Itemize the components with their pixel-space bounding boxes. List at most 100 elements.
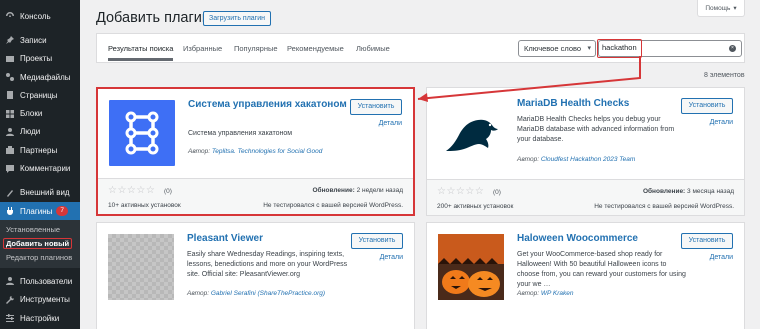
rating-count: (0)	[493, 189, 501, 196]
submenu-item-add-new[interactable]: Добавить новый	[0, 237, 80, 251]
sidebar-item-media[interactable]: Медиафайлы	[0, 68, 80, 86]
star-rating: ☆☆☆☆☆	[108, 185, 156, 196]
details-link[interactable]: Детали	[710, 254, 733, 261]
details-link[interactable]: Детали	[379, 120, 402, 127]
details-link[interactable]: Детали	[710, 119, 733, 126]
tab-search-results[interactable]: Результаты поиска	[108, 44, 174, 61]
install-button[interactable]: Установить	[681, 98, 733, 114]
last-updated: Обновление: 3 месяца назад	[643, 188, 734, 195]
tab-featured[interactable]: Избранные	[183, 44, 222, 53]
upload-plugin-button[interactable]: Загрузить плагин	[203, 11, 272, 26]
star-rating: ☆☆☆☆☆	[437, 186, 485, 197]
author-link[interactable]: Teplitsa. Technologies for Social Good	[212, 148, 322, 155]
sidebar-item-users[interactable]: Пользователи	[0, 272, 80, 290]
settings-icon	[5, 313, 15, 323]
search-query: hackathon	[597, 39, 642, 58]
comments-icon	[5, 164, 15, 174]
plugin-search-input[interactable]: hackathon ×	[597, 39, 742, 58]
chevron-down-icon: ▾	[733, 5, 737, 12]
results-count: 8 элементов	[704, 72, 745, 79]
dashboard-icon	[5, 11, 15, 21]
sidebar-item-label: Проекты	[20, 54, 53, 64]
last-updated: Обновление: 2 недели назад	[313, 187, 404, 194]
install-button[interactable]: Установить	[350, 99, 402, 115]
compatibility-note: Не тестировался с вашей версией WordPres…	[263, 202, 403, 209]
help-label: Помощь	[705, 4, 731, 12]
hackathon-plugin-icon[interactable]	[109, 100, 175, 166]
search-type-select[interactable]: Ключевое слово ▾	[518, 40, 596, 57]
sidebar-item-label: Плагины	[20, 206, 53, 216]
sidebar-item-partners[interactable]: Партнеры	[0, 141, 80, 159]
media-icon	[5, 72, 15, 82]
partners-icon	[5, 145, 15, 155]
sidebar-item-label: Инструменты	[20, 295, 70, 305]
pumpkin-icon[interactable]	[438, 234, 504, 300]
plugin-name-link[interactable]: Система управления хакатоном	[188, 99, 348, 111]
plugin-description: Get your WooCommerce-based shop ready fo…	[517, 251, 686, 288]
sidebar-item-blocks[interactable]: Блоки	[0, 104, 80, 122]
clear-search-icon[interactable]: ×	[729, 45, 736, 52]
sidebar-item-posts[interactable]: Записи	[0, 31, 80, 49]
author-prefix: Автор:	[517, 290, 540, 297]
sidebar-item-label: Партнеры	[20, 145, 58, 155]
plugins-icon	[5, 206, 15, 216]
compatibility-note: Не тестировался с вашей версией WordPres…	[594, 203, 734, 210]
sidebar-item-pages[interactable]: Страницы	[0, 86, 80, 104]
tab-popular[interactable]: Популярные	[234, 44, 278, 53]
tab-recommended[interactable]: Рекомендуемые	[287, 44, 344, 53]
install-button[interactable]: Установить	[681, 233, 733, 249]
sidebar-item-tools[interactable]: Инструменты	[0, 291, 80, 309]
plugins-submenu: Установленные Добавить новый Редактор пл…	[0, 220, 80, 269]
sidebar-item-label: Консоль	[20, 11, 51, 21]
author-link[interactable]: Cloudfest Hackathon 2023 Team	[541, 156, 635, 163]
author-link[interactable]: WP Kraken	[541, 290, 574, 297]
submenu-item-installed[interactable]: Установленные	[0, 223, 80, 237]
sidebar-item-comments[interactable]: Комментарии	[0, 159, 80, 177]
plugin-card-hackathon: Система управления хакатоном Система упр…	[96, 87, 415, 216]
tab-favorites[interactable]: Любимые	[356, 44, 390, 53]
install-button[interactable]: Установить	[351, 233, 403, 249]
sidebar-item-dashboard[interactable]: Консоль	[0, 7, 80, 25]
plugin-description: MariaDB Health Checks helps you debug yo…	[517, 116, 675, 143]
card-footer: ☆☆☆☆☆ (0) 10+ активных установок Обновле…	[98, 178, 413, 214]
pleasant-viewer-icon[interactable]	[108, 234, 174, 300]
updated-label: Обновление:	[312, 187, 355, 194]
author-prefix: Автор:	[188, 148, 211, 155]
filter-bar: Результаты поиска Избранные Популярные Р…	[96, 33, 745, 63]
help-tab[interactable]: Помощь ▾	[697, 0, 745, 17]
submenu-item-plugin-editor[interactable]: Редактор плагинов	[0, 251, 80, 265]
plugin-name-link[interactable]: Pleasant Viewer	[187, 233, 347, 245]
plugin-name-link[interactable]: Haloween Woocommerce	[517, 233, 677, 245]
author-prefix: Автор:	[187, 290, 210, 297]
updated-label: Обновление:	[642, 188, 686, 195]
plugin-name-link[interactable]: MariaDB Health Checks	[517, 98, 677, 110]
sidebar-item-label: Страницы	[20, 90, 58, 100]
blocks-icon	[5, 109, 15, 119]
author-link[interactable]: Gabriel Serafini (ShareThePractice.org)	[211, 290, 325, 297]
sidebar-item-label: Медиафайлы	[20, 72, 71, 82]
sidebar-item-label: Блоки	[20, 109, 43, 119]
sidebar-item-label: Внешний вид	[20, 188, 70, 198]
admin-sidebar: Консоль Записи Проекты Медиафайлы Страни…	[0, 0, 80, 329]
sidebar-item-appearance[interactable]: Внешний вид	[0, 184, 80, 202]
sidebar-item-settings[interactable]: Настройки	[0, 309, 80, 327]
updated-value: 2 недели назад	[356, 187, 403, 194]
sidebar-item-people[interactable]: Люди	[0, 123, 80, 141]
plugin-author: Автор: Cloudfest Hackathon 2023 Team	[517, 156, 635, 163]
plugin-card-haloween: Haloween Woocommerce Get your WooCommerc…	[426, 222, 745, 329]
active-installs: 10+ активных установок	[108, 202, 181, 209]
plugin-author: Автор: Teplitsa. Technologies for Social…	[188, 148, 322, 155]
sidebar-item-projects[interactable]: Проекты	[0, 50, 80, 68]
sidebar-item-plugins[interactable]: Плагины 7	[0, 201, 80, 221]
mariadb-seal-icon[interactable]	[438, 99, 504, 165]
plugin-card-mariadb: MariaDB Health Checks MariaDB Health Che…	[426, 87, 745, 216]
update-count-badge: 7	[56, 206, 69, 217]
page-title: Добавить плагины	[96, 10, 221, 26]
plugin-description: Easily share Wednesday Readings, inspiri…	[187, 251, 348, 278]
sidebar-item-label: Настройки	[20, 313, 60, 323]
active-installs: 200+ активных установок	[437, 203, 514, 210]
pin-icon	[5, 35, 15, 45]
details-link[interactable]: Детали	[380, 254, 403, 261]
sidebar-item-label: Пользователи	[20, 276, 73, 286]
rating-count: (0)	[164, 188, 172, 195]
